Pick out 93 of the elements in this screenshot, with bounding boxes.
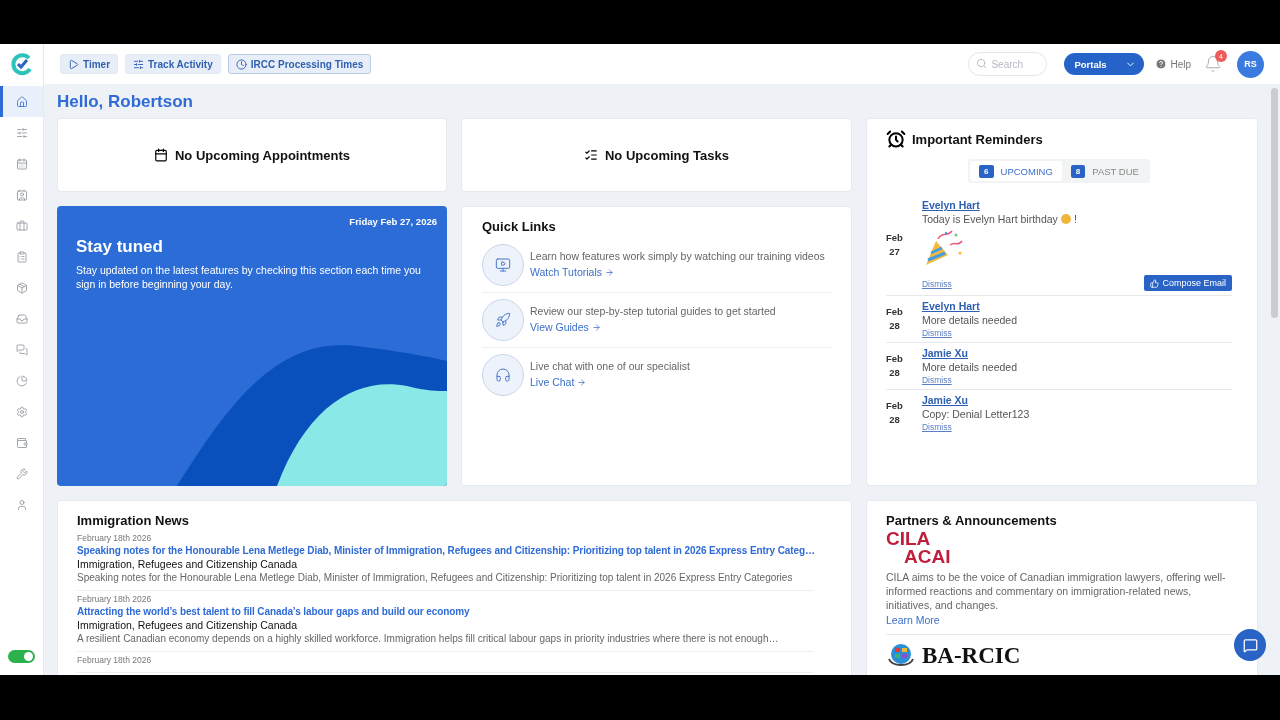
home-nav-item[interactable] [0, 86, 43, 117]
greeting: Hello, Robertson [57, 92, 194, 112]
search-icon [976, 58, 988, 69]
bell-icon [1204, 55, 1222, 73]
contact-link[interactable]: Jamie Xu [921, 347, 968, 359]
sliders-icon [133, 58, 145, 70]
chat-button[interactable] [1234, 629, 1266, 661]
link-description: Learn how features work simply by watching our training videos [530, 250, 825, 262]
news-summary: A resilient Canadian economy depends on a highly skilled workforce. Immigration helps fill critical labour gaps in priority industries where there is not enough… [77, 633, 779, 644]
pie-chart-icon [15, 374, 28, 387]
chat-icon [15, 343, 28, 356]
reminder-date: Feb 28 [886, 352, 904, 380]
arrow-right-icon [604, 267, 614, 277]
checklist-icon [584, 148, 598, 162]
alarm-clock-icon [886, 129, 906, 149]
toggle-switch[interactable] [8, 650, 35, 663]
dismiss-link[interactable]: Dismiss [921, 279, 952, 289]
scrollbar[interactable] [1271, 88, 1278, 318]
quick-link[interactable]: View Guides [530, 321, 601, 333]
user-icon [15, 498, 28, 511]
card-title: Immigration News [77, 513, 190, 528]
calendar-icon [15, 157, 28, 170]
inbox-icon [15, 312, 28, 325]
briefcase-icon [15, 219, 28, 232]
sliders-icon [15, 126, 28, 139]
wallet-icon [15, 436, 28, 449]
banner-date: Friday Feb 27, 2026 [348, 216, 437, 227]
toolbar-button[interactable]: Track Activity [125, 54, 221, 74]
reminder-date: Feb 28 [886, 399, 904, 427]
dismiss-link[interactable]: Dismiss [921, 375, 952, 385]
arrow-right-icon [591, 322, 601, 332]
link-description: Live chat with one of our specialist [530, 360, 690, 372]
chat-icon [1242, 637, 1258, 653]
card-title: Partners & Announcements [886, 513, 1058, 528]
news-headline[interactable]: Attracting the world’s best talent to fill Canada’s labour gaps and build our economy [77, 606, 470, 617]
toolbar-button[interactable]: IRCC Processing Times [227, 54, 372, 74]
card-title: Quick Links [482, 219, 557, 234]
news-summary: Speaking notes for the Honourable Lena Metlege Diab, Minister of Immigration, Refugees and Citizenship: Prioritizing top talent in 2026 Express Entry Categories [77, 572, 793, 583]
partner-logo: CILA ACAI [886, 530, 951, 566]
rocket-icon [482, 299, 524, 341]
reminder-text: Copy: Denial Letter123 [921, 408, 1030, 420]
help-button[interactable]: Help [1151, 58, 1195, 70]
globe-icon [886, 643, 916, 669]
news-date: February 18th 2026 [77, 533, 152, 543]
emoji-icon [1060, 214, 1071, 224]
learn-more-link[interactable]: Learn More [886, 614, 940, 626]
quick-link[interactable]: Watch Tutorials [530, 266, 614, 278]
news-source: Immigration, Refugees and Citizenship Canada [77, 558, 298, 570]
portals-dropdown[interactable]: Portals [1064, 53, 1145, 75]
card-title: Important Reminders [912, 131, 1043, 147]
contact-link[interactable]: Evelyn Hart [921, 300, 980, 312]
reminder-tab[interactable]: 8 PAST DUE [1061, 161, 1148, 181]
news-date: February 18th 2026 [77, 594, 152, 604]
user-avatar[interactable]: RS [1237, 50, 1264, 78]
compose-email-button[interactable]: Compose Email [1144, 275, 1232, 291]
news-source: Immigration, Refugees and Citizenship Canada [77, 619, 298, 631]
home-icon [15, 95, 28, 108]
calendar-icon [154, 148, 168, 162]
partner-description: CILA aims to be the voice of Canadian immigration lawyers, offering well-informed reactions and commentary on immigration-related news, initiatives, and changes. [886, 570, 1227, 612]
contact-link[interactable]: Evelyn Hart [921, 199, 980, 211]
arrow-right-icon [577, 377, 587, 387]
reminder-text: More details needed [921, 314, 1018, 326]
clock-icon [235, 58, 247, 70]
settings-icon [15, 405, 28, 418]
reminder-date: Feb 28 [886, 305, 904, 333]
banner-text: Stay updated on the latest features by checking this section each time you sign in before beginning your day. [76, 263, 422, 291]
help-icon [1155, 58, 1168, 70]
wrench-icon [15, 467, 28, 480]
news-headline[interactable]: Speaking notes for the Honourable Lena Metlege Diab, Minister of Immigration, Refugees and Citizenship: Prioritizing top talent in 2026 Express Entry Categ… [77, 545, 815, 556]
card-title: No Upcoming Appointments [175, 147, 350, 163]
reminder-date: Feb 27 [886, 231, 904, 259]
play-icon [68, 58, 79, 70]
reminder-text: Today is Evelyn Hart birthday ! [921, 213, 1077, 225]
video-icon [482, 244, 524, 286]
contact-card-icon [15, 188, 28, 201]
contact-link[interactable]: Jamie Xu [921, 394, 968, 406]
package-icon [15, 281, 28, 294]
search-field[interactable]: Search [968, 52, 1048, 76]
thumbs-up-icon [1150, 278, 1160, 288]
reminder-text: More details needed [921, 361, 1018, 373]
card-title: No Upcoming Tasks [605, 147, 729, 163]
clipboard-icon [15, 250, 28, 263]
dismiss-link[interactable]: Dismiss [921, 328, 952, 338]
news-date: February 18th 2026 [77, 655, 152, 665]
logo-icon [10, 52, 34, 76]
quick-link[interactable]: Live Chat [530, 376, 587, 388]
partner-logo: BA-RCIC [922, 643, 1021, 669]
reminder-tab[interactable]: 6 UPCOMING [970, 161, 1062, 181]
link-description: Review our step-by-step tutorial guides to get started [530, 305, 776, 317]
toolbar-button[interactable]: Timer [60, 54, 119, 74]
banner-title: Stay tuned [76, 237, 164, 257]
dismiss-link[interactable]: Dismiss [921, 422, 952, 432]
headset-icon [482, 354, 524, 396]
